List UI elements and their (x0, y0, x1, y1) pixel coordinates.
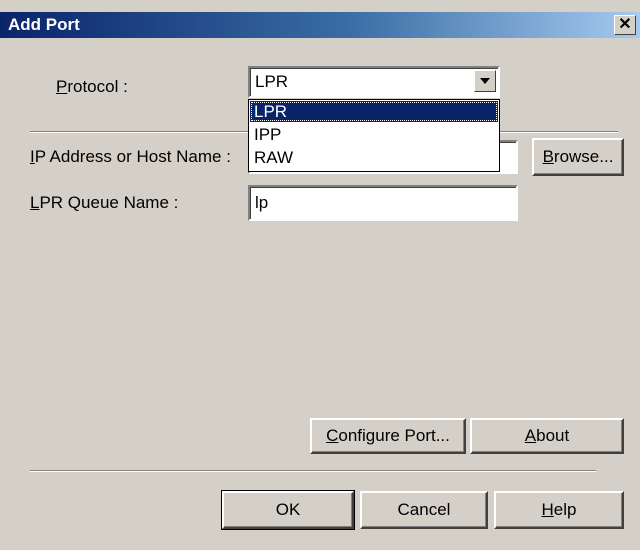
protocol-label: Protocol : (56, 77, 128, 96)
ip-address-label: IP Address or Host Name : (30, 147, 231, 166)
protocol-option-raw[interactable]: RAW (250, 147, 498, 168)
ok-button[interactable]: OK (221, 490, 355, 530)
browse-button[interactable]: Browse... (532, 138, 624, 176)
close-button[interactable]: ✕ (614, 15, 636, 35)
help-button[interactable]: Help (494, 491, 624, 529)
protocol-option-ipp[interactable]: IPP (250, 124, 498, 145)
queue-name-value: lp (255, 193, 269, 212)
protocol-selected-value: LPR (255, 72, 289, 91)
queue-name-label: LPR Queue Name : (30, 193, 179, 212)
separator-bottom (30, 470, 596, 472)
configure-port-button[interactable]: Configure Port... (310, 418, 466, 454)
protocol-dropdown-button[interactable] (474, 70, 496, 92)
about-button[interactable]: About (470, 418, 624, 454)
dialog-title: Add Port (8, 15, 80, 34)
queue-name-input[interactable]: lp (248, 185, 518, 221)
protocol-option-lpr[interactable]: LPR (250, 101, 498, 122)
close-icon: ✕ (618, 16, 632, 33)
cancel-button[interactable]: Cancel (360, 491, 488, 529)
protocol-combobox[interactable]: LPR (248, 66, 500, 98)
protocol-dropdown-list[interactable]: LPR IPP RAW (248, 99, 500, 172)
chevron-down-icon (480, 78, 490, 84)
title-bar[interactable]: Add Port ✕ (0, 12, 640, 38)
add-port-dialog: Add Port ✕ Protocol : LPR IP Address or … (0, 0, 640, 550)
